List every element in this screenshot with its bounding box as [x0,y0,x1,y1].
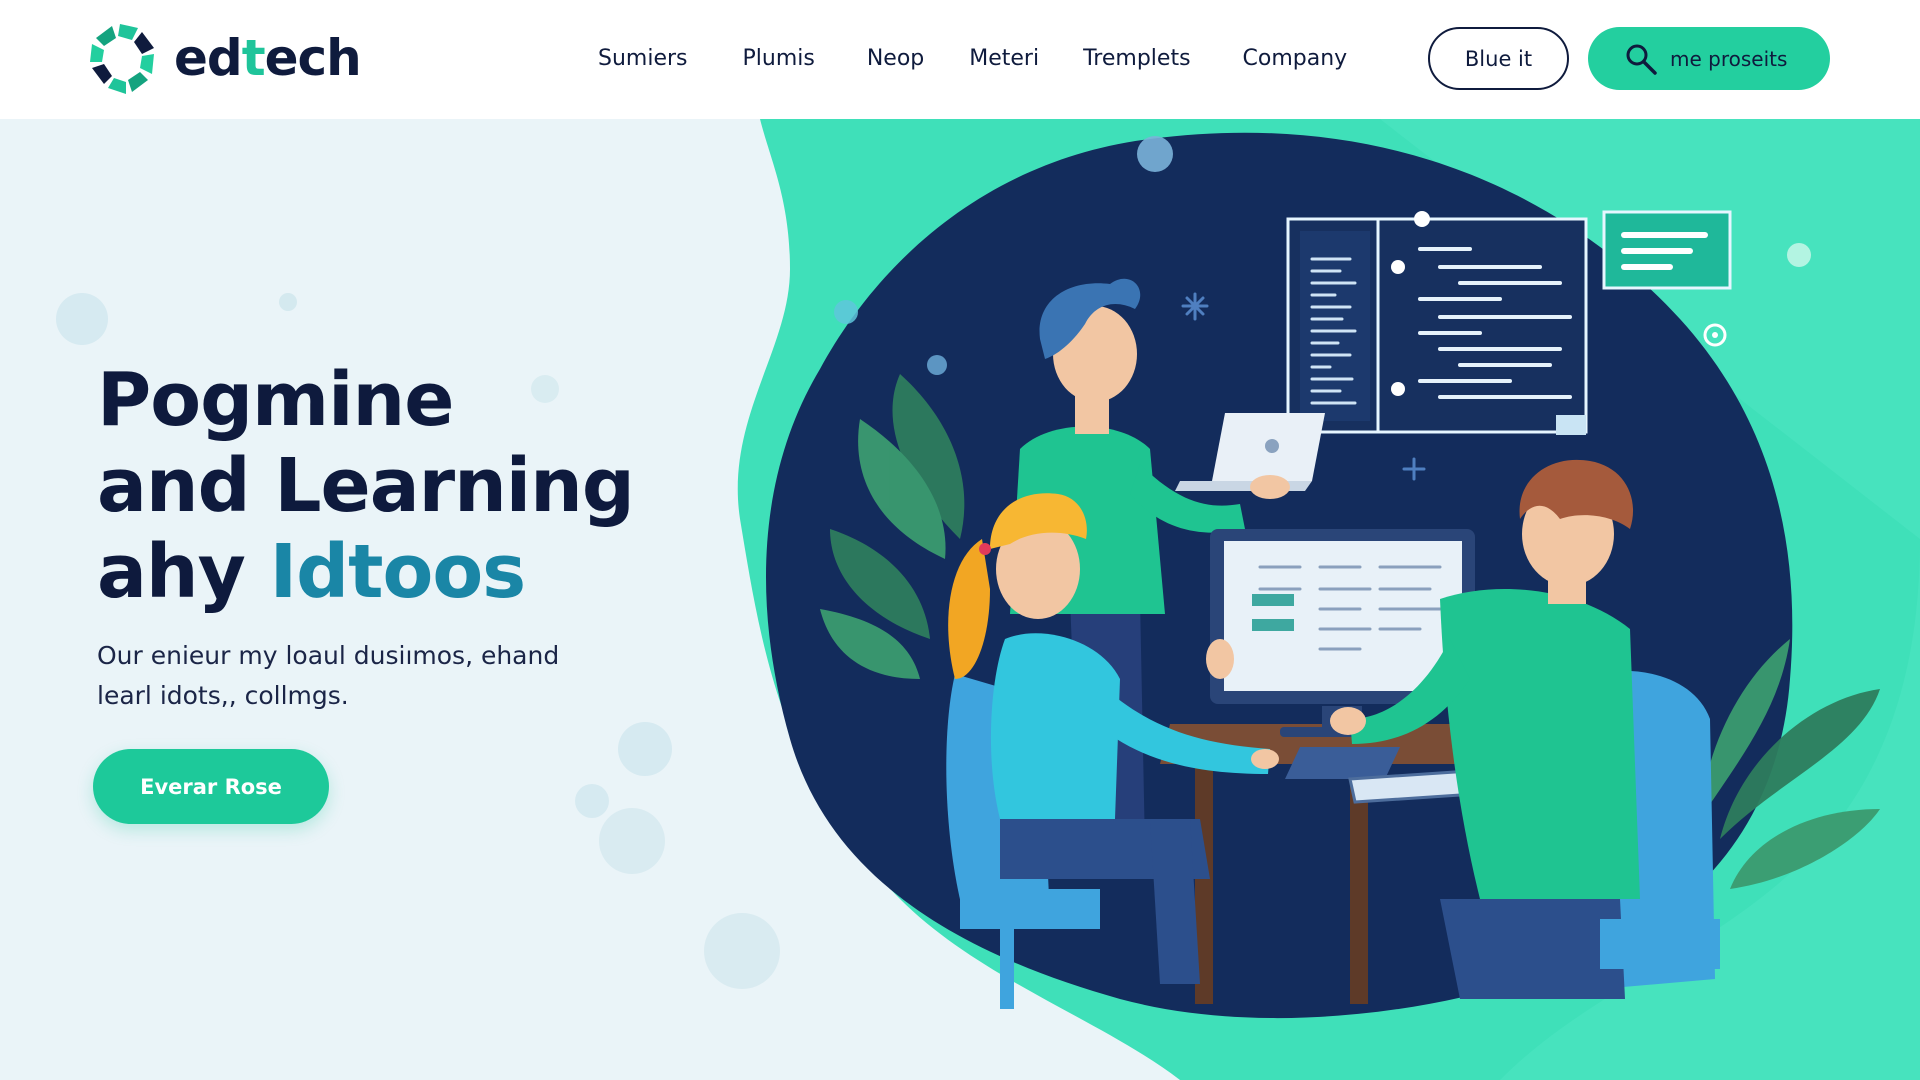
nav-item-neop[interactable]: Neop [867,40,924,77]
nav-item-meteri[interactable]: Meteri [969,40,1039,77]
nav-item-tremplets[interactable]: Tremplets [1083,40,1190,77]
hero-title-highlight: Idtoos [269,529,527,615]
code-board-screen [1286,211,1588,435]
hero-title-line-2: and Learning [97,443,635,529]
search-button[interactable]: me proseits [1588,27,1830,90]
keyboard [1285,747,1400,779]
hero-subtitle-line-1: Our enieur my loaul dusiımos, ehand [97,641,560,670]
hero-title-line-3: ahy Idtoos [97,529,527,615]
nav-item-plumis[interactable]: Plumis [743,40,815,77]
search-button-label: me proseits [1670,46,1788,71]
nav-item-sumiers[interactable]: Sumiers [598,40,688,77]
hero-title: Pogmine and Learning ahy Idtoos [97,357,717,615]
hero-title-line-1: Pogmine [97,357,454,443]
hero-subtitle-line-2: learl idots,, collmgs. [97,681,349,710]
hero-subtitle: Our enieur my loaul dusiımos, ehand lear… [97,636,617,716]
chat-panel [1602,210,1732,347]
recycle-ring-logo-icon [90,24,154,94]
blue-it-button[interactable]: Blue it [1428,27,1569,90]
plant-leaves-left [820,374,965,679]
nav-item-company[interactable]: Company [1243,40,1348,77]
brand-name: edtech [174,29,362,87]
brand-logo[interactable]: edtech [88,20,362,96]
cta-button[interactable]: Everar Rose [93,749,329,824]
search-icon [1626,44,1657,75]
site-header: edtech Sumiers Plumis Neop Meteri Trempl… [0,0,1920,119]
hero-section: Pogmine and Learning ahy Idtoos Our enie… [0,119,1920,1080]
main-nav: Sumiers Plumis Neop Meteri Tremplets Com… [598,40,1347,77]
laptop [1175,413,1325,499]
plant-leaves-right [1700,639,1880,889]
